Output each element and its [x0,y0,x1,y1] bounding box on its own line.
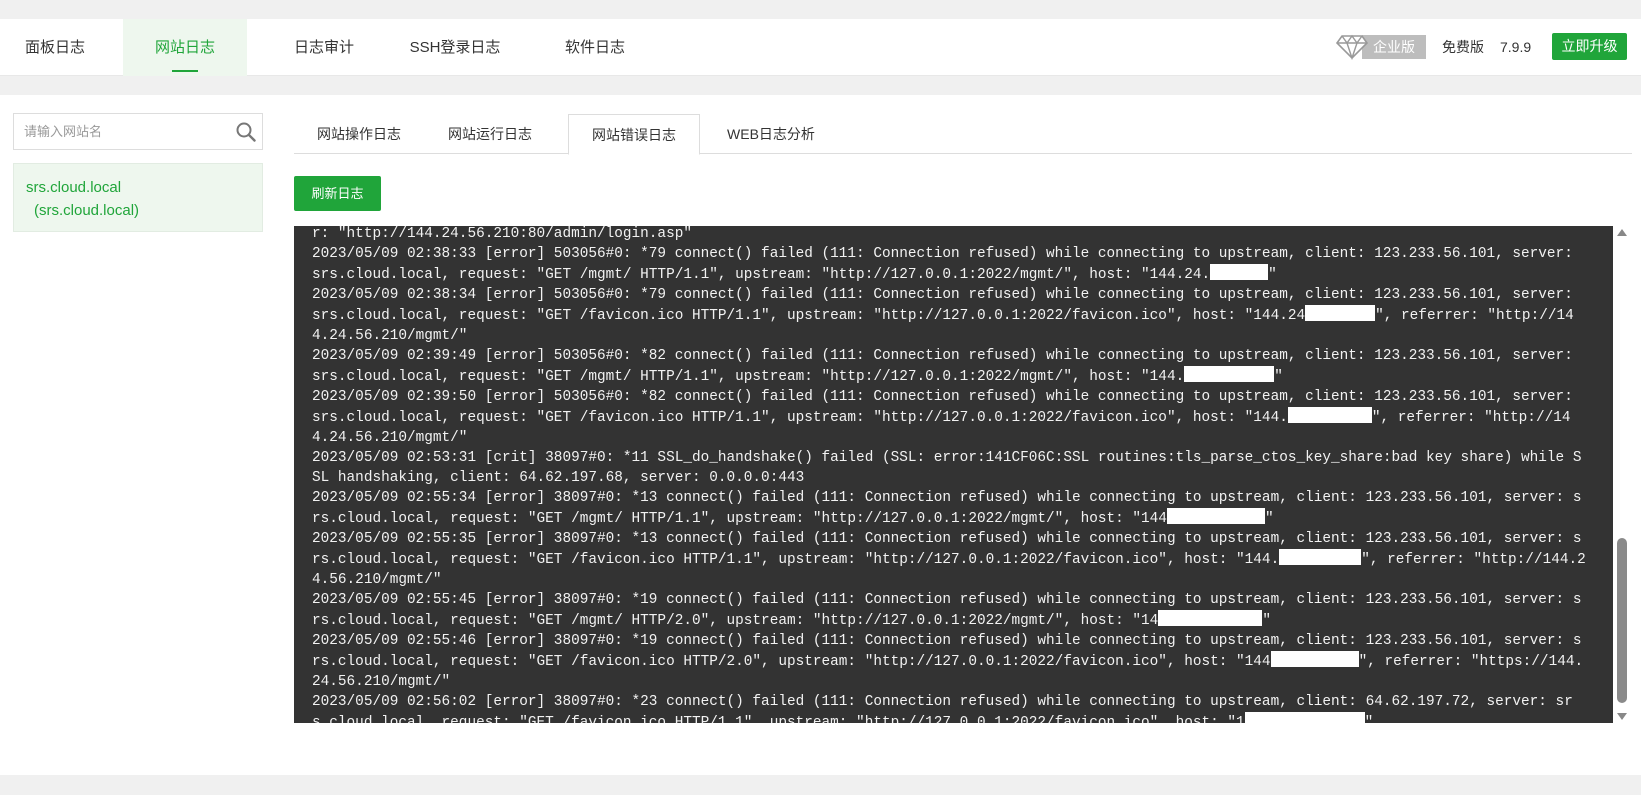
redaction-block [1210,264,1269,280]
redaction-block [1270,651,1359,667]
redaction-block [1158,610,1263,626]
log-line: 2023/05/09 02:55:45 [error] 38097#0: *19… [312,592,1582,629]
upgrade-button[interactable]: 立即升级 [1552,33,1627,60]
site-search-input[interactable] [14,114,224,149]
scrollbar-thumb[interactable] [1617,538,1627,703]
log-line: 2023/05/09 02:53:31 [crit] 38097#0: *11 … [312,450,1582,486]
enterprise-label: 企业版 [1362,35,1426,59]
subtab-operation-log[interactable]: 网站操作日志 [294,114,424,154]
search-icon[interactable] [235,121,257,143]
triangle-up-icon[interactable] [1617,229,1627,236]
diamond-icon [1336,34,1368,60]
log-scrollbar[interactable] [1614,226,1630,723]
site-search [13,113,263,150]
tab-software-log[interactable]: 软件日志 [543,19,647,76]
log-line: r: "http://144.24.56.210:80/admin/login.… [312,226,692,242]
site-list-item[interactable]: srs.cloud.local (srs.cloud.local) [13,163,263,232]
edition-label: 免费版 [1442,39,1484,55]
redaction-block [1287,407,1372,423]
subtab-run-log[interactable]: 网站运行日志 [424,114,556,154]
log-sub-tabs: 网站操作日志 网站运行日志 网站错误日志 WEB日志分析 [294,114,1632,155]
log-line: 2023/05/09 02:56:02 [error] 38097#0: *23… [312,694,1573,723]
subtab-web-analysis[interactable]: WEB日志分析 [706,114,836,154]
log-line: 2023/05/09 02:39:49 [error] 503056#0: *8… [312,348,1582,385]
redaction-block [1279,549,1362,565]
tab-ssh-log[interactable]: SSH登录日志 [398,19,512,76]
log-line: 2023/05/09 02:38:33 [error] 503056#0: *7… [312,246,1582,283]
tab-panel-log[interactable]: 面板日志 [0,19,110,76]
redaction-block [1305,305,1376,321]
tab-log-audit[interactable]: 日志审计 [268,19,380,76]
log-line: 2023/05/09 02:55:34 [error] 38097#0: *13… [312,490,1582,527]
error-log-viewer[interactable]: r: "http://144.24.56.210:80/admin/login.… [294,226,1613,723]
redaction-block [1184,366,1275,382]
tab-website-log[interactable]: 网站日志 [123,19,247,76]
enterprise-badge[interactable]: 企业版 [1336,32,1426,60]
site-alias: (srs.cloud.local) [34,202,140,219]
version-label: 7.9.9 [1500,39,1532,55]
main-content: srs.cloud.local (srs.cloud.local) 网站操作日志… [0,95,1641,775]
triangle-down-icon[interactable] [1617,713,1627,720]
subtab-error-log[interactable]: 网站错误日志 [568,114,700,155]
redaction-block [1166,508,1265,524]
redaction-block [1244,712,1365,723]
refresh-log-button[interactable]: 刷新日志 [294,176,381,211]
log-content: r: "http://144.24.56.210:80/admin/login.… [312,226,1586,723]
log-line: " [1364,715,1374,723]
top-nav-bar: 面板日志 网站日志 日志审计 SSH登录日志 软件日志 企业版 免费版 7.9.… [0,19,1641,76]
site-name: srs.cloud.local [26,179,122,196]
